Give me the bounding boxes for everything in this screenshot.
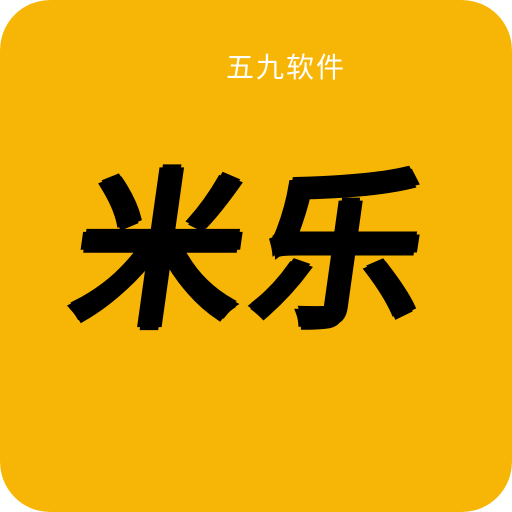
app-icon: 五九软件 米乐	[0, 0, 512, 512]
app-name-title: 米乐	[62, 155, 450, 351]
brand-label: 五九软件	[225, 51, 346, 84]
